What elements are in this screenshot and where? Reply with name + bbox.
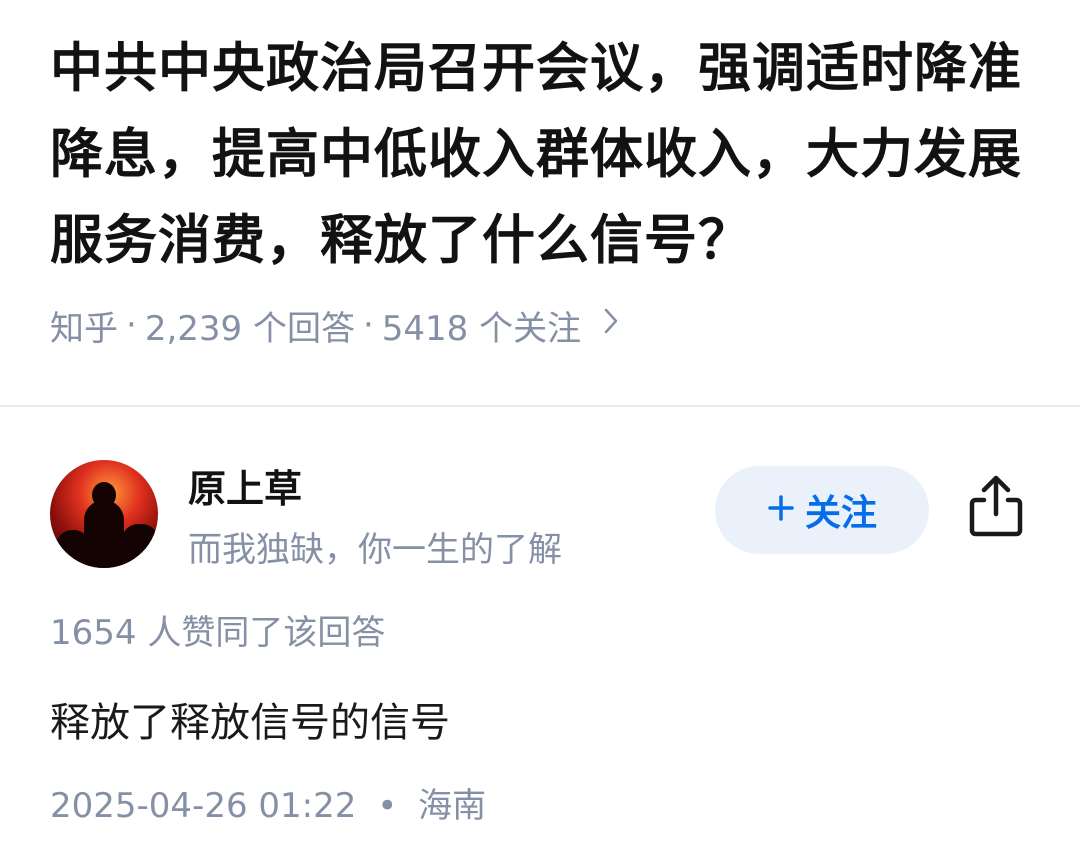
author-avatar[interactable] (50, 460, 158, 568)
avatar-figure (56, 530, 90, 568)
avatar-figure (92, 482, 116, 508)
answer-location: 海南 (418, 786, 487, 826)
avatar-figure (84, 500, 124, 568)
plus-icon (767, 490, 795, 531)
follow-label: 关注 (804, 493, 877, 534)
upvote-count: 1654 人赞同了该回答 (50, 613, 386, 653)
avatar-figure (122, 524, 158, 568)
answer-footer: 2025-04-26 01:22 • 海南 (50, 778, 486, 827)
meta-separator: · (362, 305, 374, 345)
answer-count: 2,239 个回答 (144, 308, 355, 349)
question-meta[interactable]: 知乎 · 2,239 个回答 · 5418 个关注 (50, 300, 619, 350)
answer-timestamp: 2025-04-26 01:22 (50, 786, 357, 826)
question-header: 中共中央政治局召开会议，强调适时降准降息，提高中低收入群体收入，大力发展服务消费… (50, 26, 1040, 284)
answer-content[interactable]: 释放了释放信号的信号 (50, 690, 450, 748)
share-icon (966, 474, 1026, 542)
author-bio: 而我独缺，你一生的了解 (188, 530, 562, 570)
footer-separator: • (377, 786, 398, 826)
share-button[interactable] (960, 472, 1032, 544)
meta-separator: · (126, 305, 137, 345)
follower-count: 5418 个关注 (381, 308, 582, 349)
author-name[interactable]: 原上草 (188, 458, 302, 513)
follow-button[interactable]: 关注 (715, 466, 929, 554)
section-divider (0, 405, 1080, 407)
chevron-right-icon[interactable] (603, 307, 619, 343)
question-title[interactable]: 中共中央政治局召开会议，强调适时降准降息，提高中低收入群体收入，大力发展服务消费… (50, 26, 1040, 284)
source-label: 知乎 (50, 308, 118, 349)
